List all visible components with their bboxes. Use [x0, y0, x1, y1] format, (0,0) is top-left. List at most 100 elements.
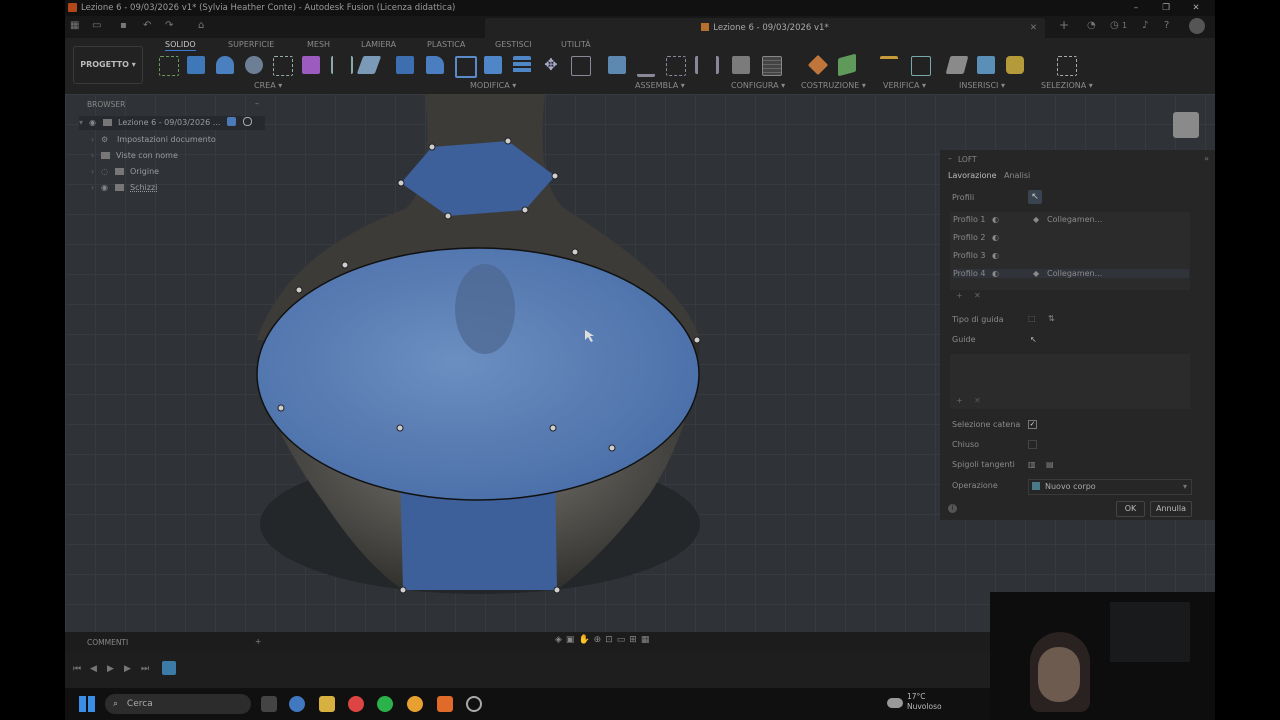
project-button[interactable]: PROGETTO ▾: [73, 46, 143, 84]
browser-item-sketches[interactable]: › ◉ Schizzi: [91, 181, 157, 195]
insert-image-icon[interactable]: [977, 56, 995, 74]
measure-icon[interactable]: [880, 56, 898, 77]
taskbar-search[interactable]: ⌕ Cerca: [105, 694, 251, 714]
group-verifica[interactable]: VERIFICA ▾: [883, 81, 926, 90]
windows-start-icon[interactable]: [79, 696, 95, 712]
chevron-right-icon[interactable]: ›: [91, 165, 101, 179]
tangent-edges-keep-icon[interactable]: ▤: [1046, 460, 1054, 469]
revolve-icon[interactable]: [216, 56, 234, 74]
tangent-edges-merge-icon[interactable]: ▥: [1028, 460, 1036, 469]
maximize-button[interactable]: ❐: [1151, 0, 1181, 16]
eye-icon[interactable]: ◉: [89, 116, 99, 130]
as-built-joint-icon[interactable]: [666, 56, 686, 76]
form-icon[interactable]: [331, 56, 353, 74]
connection-icon[interactable]: ◆: [1033, 269, 1039, 278]
whatsapp-icon[interactable]: [377, 696, 393, 712]
cancel-button[interactable]: Annulla: [1150, 501, 1192, 517]
timeline-feature-loft[interactable]: [162, 661, 176, 675]
continuity-icon[interactable]: ◐: [992, 251, 999, 260]
ok-button[interactable]: OK: [1116, 501, 1145, 517]
remove-profile-icon[interactable]: ✕: [974, 291, 981, 300]
go-to-end-icon[interactable]: ⏭: [141, 664, 149, 674]
fillet-icon[interactable]: [426, 56, 444, 74]
undo-icon[interactable]: ↶: [143, 20, 151, 31]
task-view-icon[interactable]: [261, 696, 277, 712]
activate-radio-icon[interactable]: [242, 117, 252, 126]
add-profile-icon[interactable]: +: [956, 291, 963, 300]
group-costruzione[interactable]: COSTRUZIONE ▾: [801, 81, 866, 90]
tab-analisi[interactable]: Analisi: [1004, 171, 1030, 180]
tab-superficie[interactable]: SUPERFICIE: [228, 40, 274, 49]
combine-icon[interactable]: [484, 56, 502, 74]
chain-selection-checkbox[interactable]: ✓: [1028, 420, 1037, 429]
new-tab-button[interactable]: +: [1059, 18, 1069, 32]
home-icon[interactable]: ⌂: [198, 20, 204, 31]
collapse-dialog-icon[interactable]: –: [948, 154, 952, 163]
minimize-button[interactable]: –: [1121, 0, 1151, 16]
derive-icon[interactable]: [356, 56, 382, 74]
online-status-icon[interactable]: ◔: [1087, 20, 1096, 31]
interference-icon[interactable]: [911, 56, 931, 76]
chevron-right-icon[interactable]: ›: [91, 181, 101, 195]
weather-widget[interactable]: 17°C Nuvoloso: [907, 692, 942, 712]
profile-2-name[interactable]: Profilo 2: [953, 233, 985, 242]
new-component-icon[interactable]: [608, 56, 626, 74]
look-at-icon[interactable]: ▣: [566, 635, 579, 645]
chevron-right-icon[interactable]: ›: [91, 133, 101, 147]
eye-hidden-icon[interactable]: ◌: [101, 165, 111, 179]
profile-1-link[interactable]: Collegamen...: [1047, 215, 1102, 224]
close-window-button[interactable]: ✕: [1181, 0, 1211, 16]
shared-icon[interactable]: [226, 117, 236, 126]
app-icon[interactable]: [466, 696, 482, 712]
chrome-icon[interactable]: [348, 696, 364, 712]
eye-icon[interactable]: ◉: [101, 181, 111, 195]
group-modifica[interactable]: MODIFICA ▾: [470, 81, 516, 90]
browser-item-origin[interactable]: › ◌ Origine: [91, 165, 159, 179]
group-inserisci[interactable]: INSERISCI ▾: [959, 81, 1005, 90]
midplane-icon[interactable]: [838, 53, 856, 77]
tab-plastica[interactable]: PLASTICA: [427, 40, 465, 49]
jobs-icon[interactable]: ◷: [1110, 20, 1119, 31]
tab-lavorazione[interactable]: Lavorazione: [948, 171, 997, 180]
select-guides-arrow-icon[interactable]: ↖: [1030, 335, 1037, 344]
configure-table-icon[interactable]: [762, 56, 782, 76]
offset-plane-icon[interactable]: [807, 54, 829, 76]
document-tab[interactable]: Lezione 6 - 09/03/2026 v1* ✕: [485, 18, 1045, 38]
tab-gestisci[interactable]: GESTISCI: [495, 40, 532, 49]
save-icon[interactable]: ▪: [120, 20, 127, 31]
view-cube[interactable]: [1173, 112, 1199, 138]
closed-checkbox[interactable]: [1028, 440, 1037, 449]
continuity-icon[interactable]: ◐: [992, 215, 999, 224]
chevron-right-icon[interactable]: ›: [91, 149, 101, 163]
continuity-icon[interactable]: ◐: [992, 269, 999, 278]
grid-settings-icon[interactable]: ⊞: [629, 635, 641, 645]
group-crea[interactable]: CREA ▾: [254, 81, 282, 90]
comments-panel[interactable]: COMMENTI +: [65, 632, 270, 652]
dialog-expand-icon[interactable]: »: [1204, 154, 1209, 163]
collapse-browser-icon[interactable]: –: [255, 99, 259, 108]
group-seleziona[interactable]: SELEZIONA ▾: [1041, 81, 1093, 90]
browser-item-document-settings[interactable]: › ⚙ Impostazioni documento: [91, 133, 216, 147]
file-icon[interactable]: ▭: [92, 20, 101, 31]
viewports-icon[interactable]: ▦: [641, 635, 654, 645]
help-icon[interactable]: ?: [1164, 20, 1169, 31]
create-sketch-icon[interactable]: [159, 56, 179, 76]
guides-list[interactable]: [950, 354, 1190, 409]
profile-4-link[interactable]: Collegamen...: [1047, 269, 1102, 278]
avatar[interactable]: [1189, 18, 1205, 34]
split-body-icon[interactable]: [513, 56, 531, 74]
tab-lamiera[interactable]: LAMIERA: [361, 40, 396, 49]
continuity-icon[interactable]: ◐: [992, 233, 999, 242]
add-comment-icon[interactable]: +: [255, 637, 261, 646]
tab-mesh[interactable]: MESH: [307, 40, 330, 49]
pan-icon[interactable]: ✋: [578, 635, 593, 645]
shell-icon[interactable]: [455, 56, 477, 78]
select-profiles-arrow-icon[interactable]: ↖: [1028, 190, 1042, 204]
group-assembla[interactable]: ASSEMBLA ▾: [635, 81, 685, 90]
grid-menu-icon[interactable]: ▦: [70, 20, 79, 31]
browser-item-document[interactable]: ▾ ◉ Lezione 6 - 09/03/2026 ...: [79, 116, 265, 130]
mirror-icon[interactable]: [302, 56, 320, 74]
group-configura[interactable]: CONFIGURA ▾: [731, 81, 785, 90]
file-explorer-icon[interactable]: [319, 696, 335, 712]
rigid-group-icon[interactable]: [695, 56, 719, 74]
